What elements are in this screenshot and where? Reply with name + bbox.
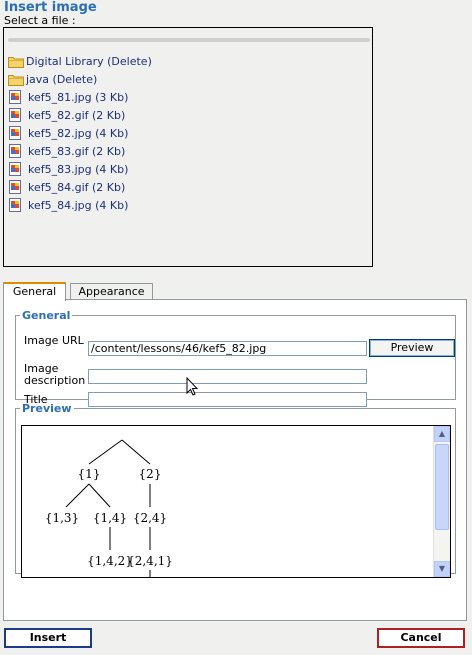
insert-button[interactable]: Insert [4,628,92,648]
file-label: kef5_82.gif (2 Kb) [28,108,126,122]
general-tab-panel: General Image URL Preview Image descript… [3,299,467,621]
dialog-title: Insert image [4,0,97,15]
image-file-icon [9,90,21,104]
image-file-icon [9,180,21,194]
tree-node: {2,4,1} [127,554,173,568]
cancel-button[interactable]: Cancel [377,628,465,648]
preview-area[interactable]: {1} {2} {1,3} {1,4} {2,4} {1,4,2} {2,4,1… [21,425,451,578]
image-url-input[interactable] [88,341,367,356]
tab-general[interactable]: General [3,282,66,301]
file-label: kef5_84.gif (2 Kb) [28,180,126,194]
file-label: kef5_83.gif (2 Kb) [28,144,126,158]
folder-label: java (Delete) [26,72,98,86]
folder-icon [8,74,24,86]
preview-fieldset: Preview {1} {2} {1,3} {1,4} {2,4} {1,4,2… [15,402,456,578]
image-file-icon [9,198,21,212]
file-label: kef5_83.jpg (4 Kb) [28,162,129,176]
image-description-input[interactable] [88,369,367,384]
image-file-icon [9,126,21,140]
general-legend: General [22,309,71,322]
general-fieldset: General Image URL Preview Image descript… [15,309,456,407]
preview-image: {1} {2} {1,3} {1,4} {2,4} {1,4,2} {2,4,1… [45,439,173,577]
folder-item[interactable]: Digital Library (Delete) [8,52,152,70]
file-item[interactable]: kef5_83.gif (2 Kb) [8,142,152,160]
tree-node: {1} [78,467,101,481]
scroll-thumb[interactable] [435,444,449,530]
image-file-icon [9,162,21,176]
preview-button[interactable]: Preview [369,339,455,357]
tree-node: {2} [139,467,162,481]
file-item[interactable]: kef5_83.jpg (4 Kb) [8,160,152,178]
preview-legend: Preview [22,402,72,415]
tree-node: {1,3} [45,511,79,525]
select-file-label: Select a file : [4,14,76,27]
file-label: kef5_82.jpg (4 Kb) [28,126,129,140]
folder-icon [8,56,24,68]
file-item[interactable]: kef5_81.jpg (3 Kb) [8,88,152,106]
file-label: kef5_84.jpg (4 Kb) [28,198,129,212]
tree-node: {2,4} [133,511,167,525]
file-item[interactable]: kef5_84.gif (2 Kb) [8,178,152,196]
file-browser[interactable]: Digital Library (Delete) java (Delete) kef… [3,27,373,267]
scroll-down-icon[interactable]: ▼ [434,561,450,577]
file-item[interactable]: kef5_82.gif (2 Kb) [8,106,152,124]
folder-label: Digital Library (Delete) [26,54,152,68]
file-item[interactable]: kef5_82.jpg (4 Kb) [8,124,152,142]
mouse-cursor-icon [186,377,198,396]
image-file-icon [9,144,21,158]
tree-node: {1,4,2} [87,554,133,568]
scroll-up-icon[interactable]: ▲ [434,426,450,442]
file-label: kef5_81.jpg (3 Kb) [28,90,129,104]
image-url-label: Image URL [24,334,84,347]
horizontal-divider [8,38,370,42]
folder-item[interactable]: java (Delete) [8,70,152,88]
preview-scrollbar[interactable]: ▲ ▼ [433,426,450,577]
tree-node: {1,4} [93,511,127,525]
image-file-icon [9,108,21,122]
file-item[interactable]: kef5_84.jpg (4 Kb) [8,196,152,214]
image-description-label: Image description [24,362,86,387]
file-list: Digital Library (Delete) java (Delete) kef… [8,52,152,214]
tab-appearance[interactable]: Appearance [70,283,153,300]
